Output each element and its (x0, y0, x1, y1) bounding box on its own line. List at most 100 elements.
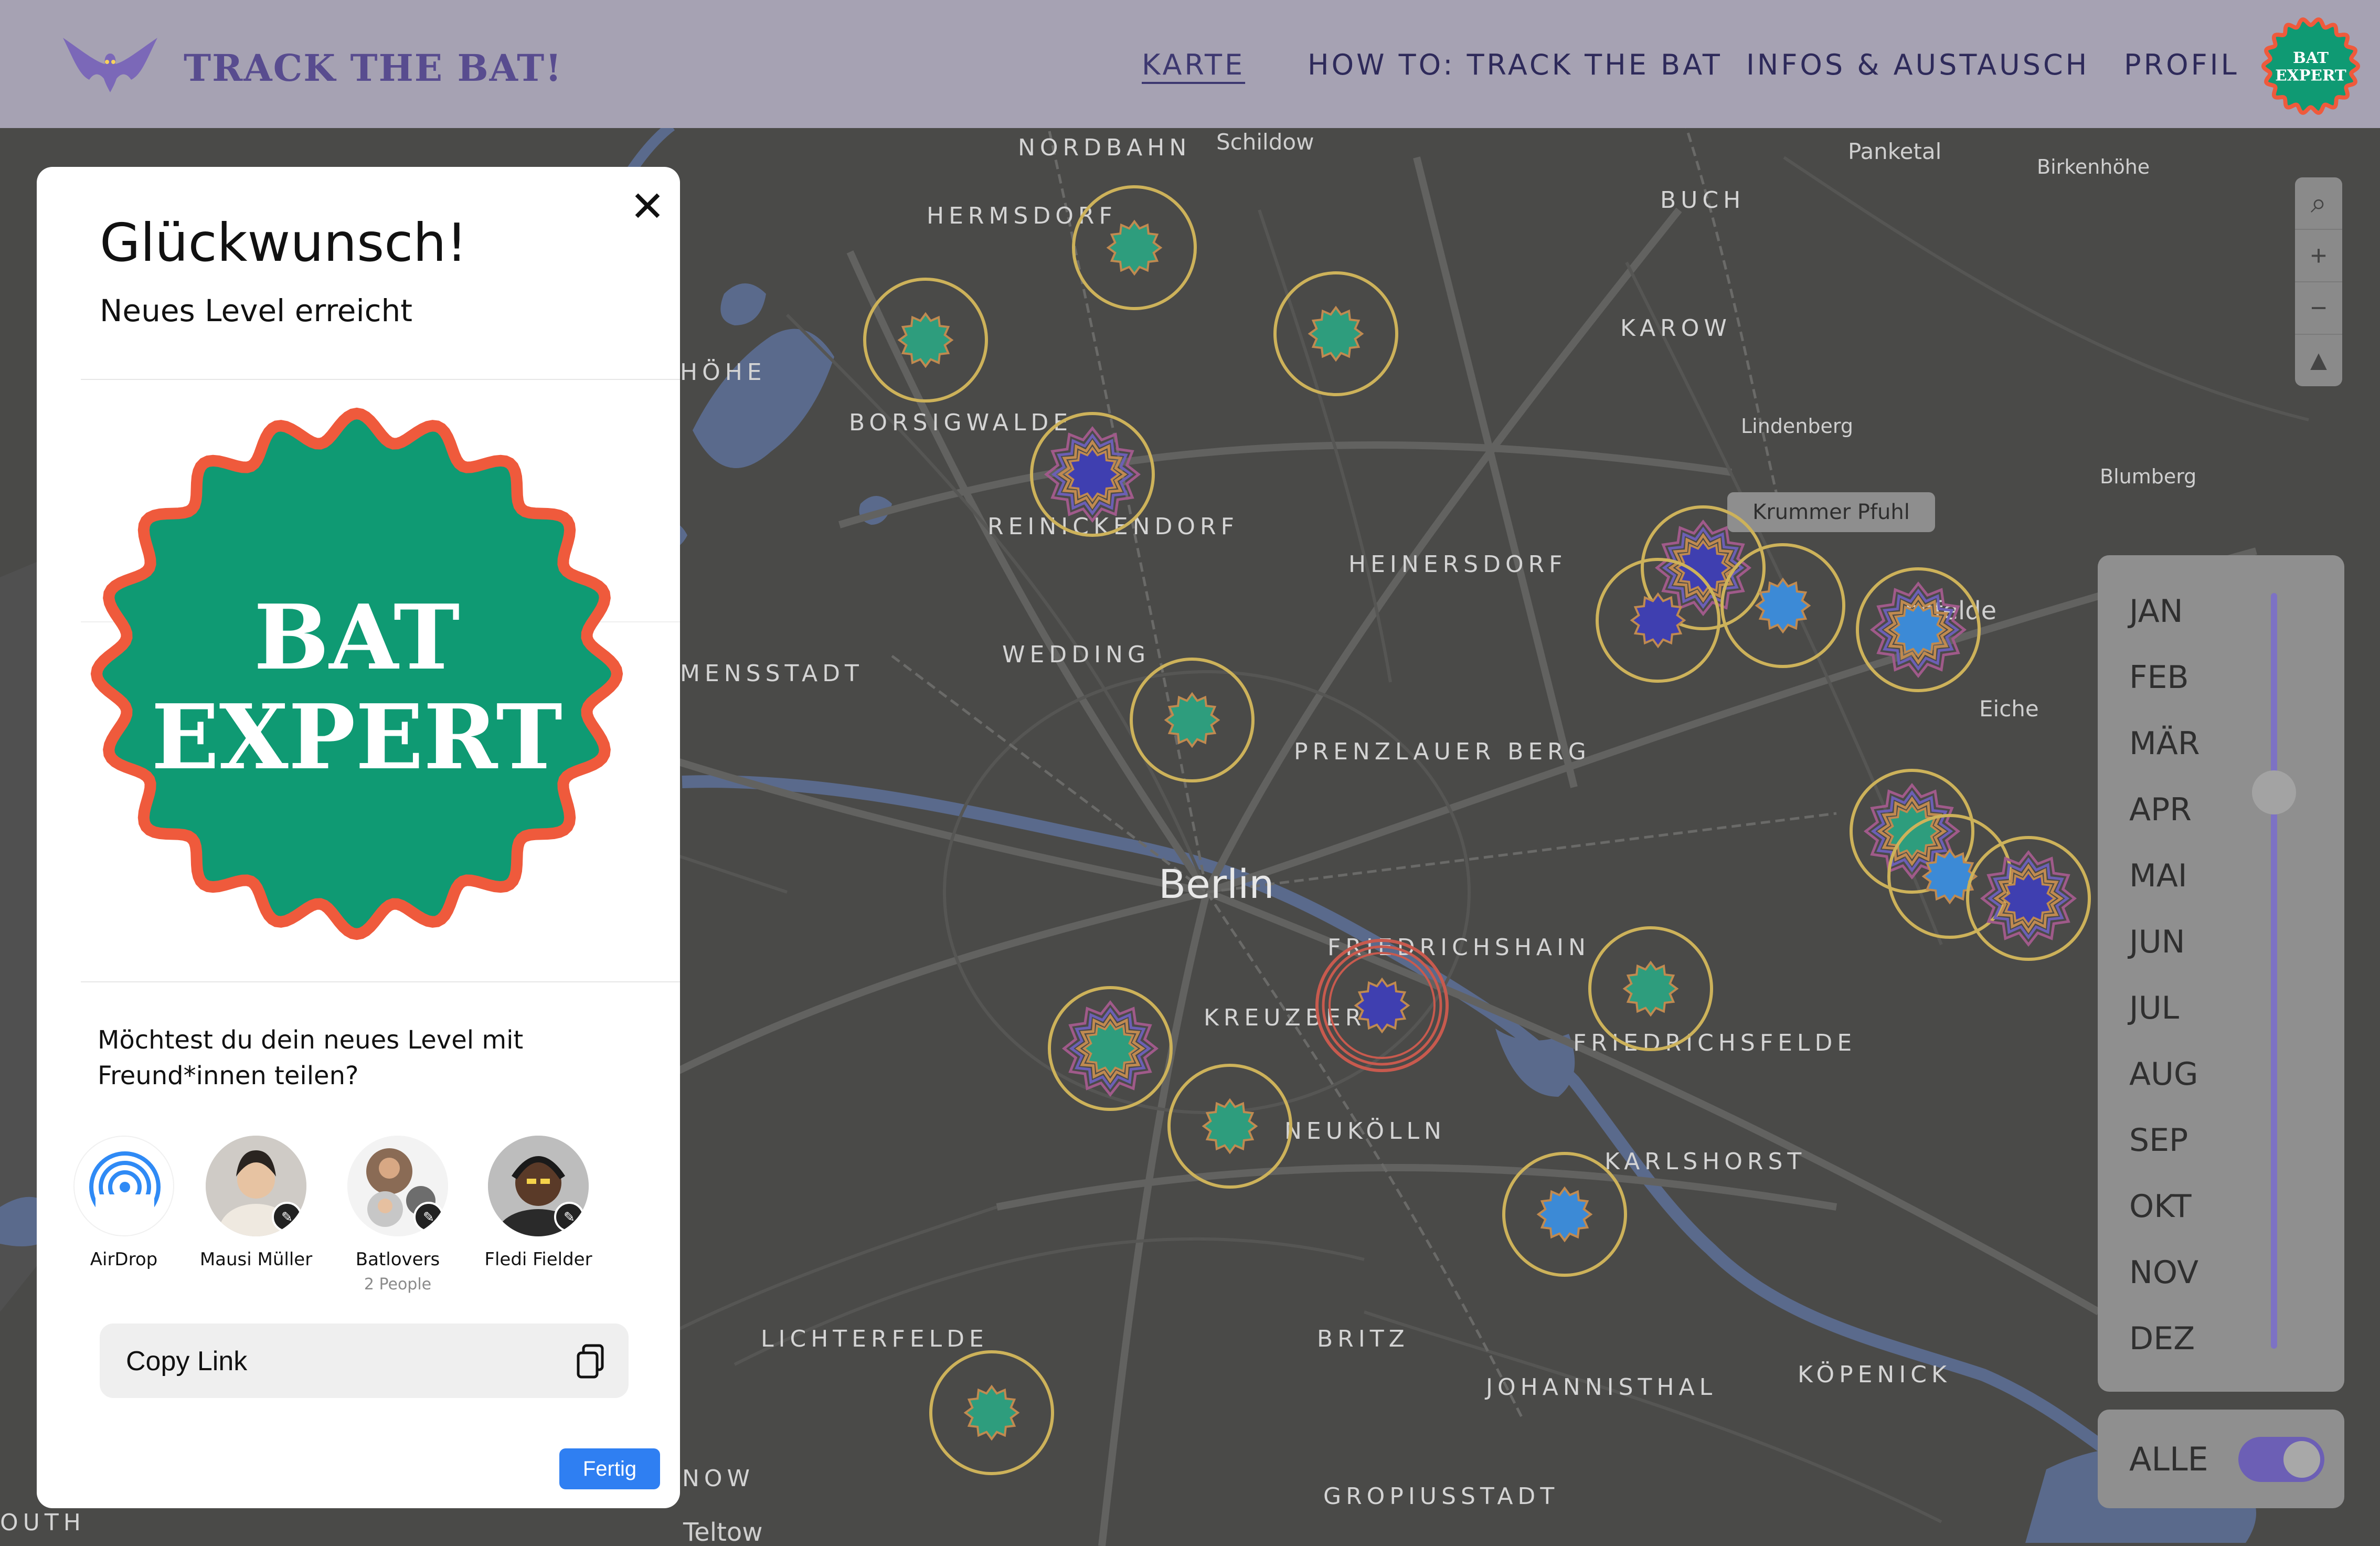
month-item[interactable]: NOV (2129, 1254, 2198, 1291)
contact-name: Mausi Müller (199, 1249, 313, 1270)
district-label: NORDBAHN (1018, 134, 1192, 161)
district-label-prenzlauer-berg: PRENZLAUER BERG (1294, 738, 1591, 766)
month-item[interactable]: SEP (2129, 1122, 2188, 1159)
place-label: Schildow (1216, 129, 1314, 155)
profile-badge-line: BAT (2293, 48, 2329, 67)
sighting-marker[interactable] (923, 1344, 1060, 1481)
district-label: GROPIUSSTADT (1323, 1483, 1559, 1510)
district-label: NEUKÖLLN (1284, 1118, 1446, 1145)
modal-title: Glückwunsch! (100, 212, 468, 273)
all-filter-panel: ALLE (2098, 1410, 2344, 1508)
place-label: Blumberg (2100, 465, 2197, 488)
district-label: OUTH (0, 1509, 86, 1536)
profile-badge-line: EXPERT (2275, 66, 2346, 84)
message-icon: ✎ (554, 1202, 585, 1232)
message-icon: ✎ (413, 1202, 444, 1232)
district-label: HÖHE (680, 359, 767, 386)
profile-badge-icon[interactable]: BAT EXPERT (2259, 15, 2362, 118)
contact-meta: 2 People (364, 1275, 432, 1294)
place-label: Lindenberg (1741, 415, 1853, 438)
airdrop-icon (73, 1136, 174, 1236)
copy-icon (577, 1344, 604, 1379)
copy-link-label: Copy Link (126, 1346, 248, 1376)
sighting-marker[interactable] (1590, 552, 1726, 689)
copy-link-button[interactable]: Copy Link (100, 1323, 629, 1398)
place-label: Eiche (1979, 696, 2039, 722)
search-icon[interactable]: ⌕ (2295, 177, 2342, 230)
month-item[interactable]: OKT (2129, 1188, 2192, 1225)
sighting-marker[interactable] (1066, 179, 1203, 316)
sighting-marker[interactable] (1314, 937, 1450, 1074)
bat-logo-icon[interactable] (58, 33, 163, 96)
district-label: HEINERSDORF (1348, 551, 1567, 578)
district-label: NOW (682, 1465, 755, 1492)
nav-karte[interactable]: KARTE (1142, 48, 1245, 81)
top-header: TRACK THE BAT! KARTE HOW TO: TRACK THE B… (0, 0, 2380, 128)
map-controls: ⌕ + − ▲ (2295, 177, 2342, 386)
month-item[interactable]: FEB (2129, 659, 2189, 696)
share-target-mausi[interactable]: ✎ Mausi Müller (193, 1136, 319, 1270)
contact-name: AirDrop (90, 1249, 158, 1270)
nav-infos[interactable]: INFOS & AUSTAUSCH (1746, 48, 2089, 81)
avatar: ✎ (488, 1136, 589, 1236)
sighting-marker[interactable] (1850, 562, 1986, 698)
district-label: MENSSTADT (680, 660, 864, 687)
month-item[interactable]: APR (2129, 791, 2192, 828)
city-label: Berlin (1159, 861, 1274, 907)
district-label: JOHANNISTHAL (1486, 1374, 1717, 1401)
month-slider-track[interactable] (2271, 593, 2277, 1349)
sighting-marker[interactable] (1496, 1146, 1633, 1283)
district-label-line: PRENZLAUER BERG (1294, 738, 1591, 765)
month-item[interactable]: JAN (2129, 593, 2183, 630)
share-target-fledi[interactable]: ✎ Fledi Fielder (475, 1136, 601, 1270)
month-item[interactable]: MAI (2129, 857, 2187, 894)
logo-text[interactable]: TRACK THE BAT! (184, 46, 562, 90)
place-label: Panketal (1848, 139, 1942, 164)
place-label: Birkenhöhe (2037, 155, 2150, 178)
north-arrow-icon[interactable]: ▲ (2295, 335, 2342, 386)
toggle-knob (2283, 1441, 2320, 1478)
sighting-marker[interactable] (1042, 980, 1178, 1117)
badge-line: EXPERT (151, 685, 562, 790)
close-icon[interactable]: ✕ (626, 186, 668, 228)
district-label: BRITZ (1317, 1326, 1409, 1352)
bat-expert-badge: BAT EXPERT (90, 407, 623, 940)
done-button[interactable]: Fertig (559, 1448, 660, 1489)
contact-name: Fledi Fielder (484, 1249, 592, 1270)
sighting-marker[interactable] (1582, 920, 1719, 1057)
district-label: KARLSHORST (1605, 1148, 1807, 1175)
divider (81, 981, 680, 982)
zoom-out-button[interactable]: − (2295, 282, 2342, 335)
group-avatar: ✎ (347, 1136, 448, 1236)
sighting-marker[interactable] (857, 272, 994, 408)
district-label: BUCH (1660, 187, 1746, 214)
avatar: ✎ (206, 1136, 306, 1236)
share-question: Möchtest du dein neues Level mit Freund*… (98, 1025, 524, 1090)
month-slider-knob[interactable] (2252, 770, 2296, 814)
sighting-marker[interactable] (1268, 266, 1404, 402)
zoom-in-button[interactable]: + (2295, 230, 2342, 282)
badge-line: BAT (254, 585, 460, 690)
month-item[interactable]: AUG (2129, 1056, 2198, 1093)
month-item[interactable]: JUL (2129, 990, 2179, 1026)
sighting-marker[interactable] (1162, 1058, 1298, 1194)
month-item[interactable]: DEZ (2129, 1320, 2195, 1357)
district-label: KÖPENICK (1798, 1361, 1951, 1388)
place-label: Teltow (683, 1518, 763, 1546)
sighting-marker[interactable] (1715, 537, 1851, 674)
district-label: KAROW (1620, 315, 1731, 342)
month-item[interactable]: JUN (2129, 924, 2185, 960)
month-item[interactable]: MÄR (2129, 725, 2200, 762)
sighting-marker[interactable] (1024, 406, 1161, 543)
all-toggle[interactable] (2238, 1437, 2324, 1482)
month-filter-panel: JAN FEB MÄR APR MAI JUN JUL AUG SEP OKT NOV DEZ (2098, 555, 2344, 1392)
all-filter-label: ALLE (2129, 1440, 2208, 1478)
contact-name: Batlovers (355, 1249, 440, 1270)
sighting-marker[interactable] (1124, 652, 1260, 788)
share-target-airdrop[interactable]: AirDrop (61, 1136, 187, 1270)
nav-how-to[interactable]: HOW TO: TRACK THE BAT (1308, 48, 1723, 81)
nav-profil[interactable]: PROFIL (2124, 48, 2239, 81)
sighting-marker[interactable] (1960, 830, 2097, 967)
share-target-batlovers[interactable]: ✎ Batlovers 2 People (335, 1136, 461, 1294)
message-icon: ✎ (272, 1202, 302, 1232)
